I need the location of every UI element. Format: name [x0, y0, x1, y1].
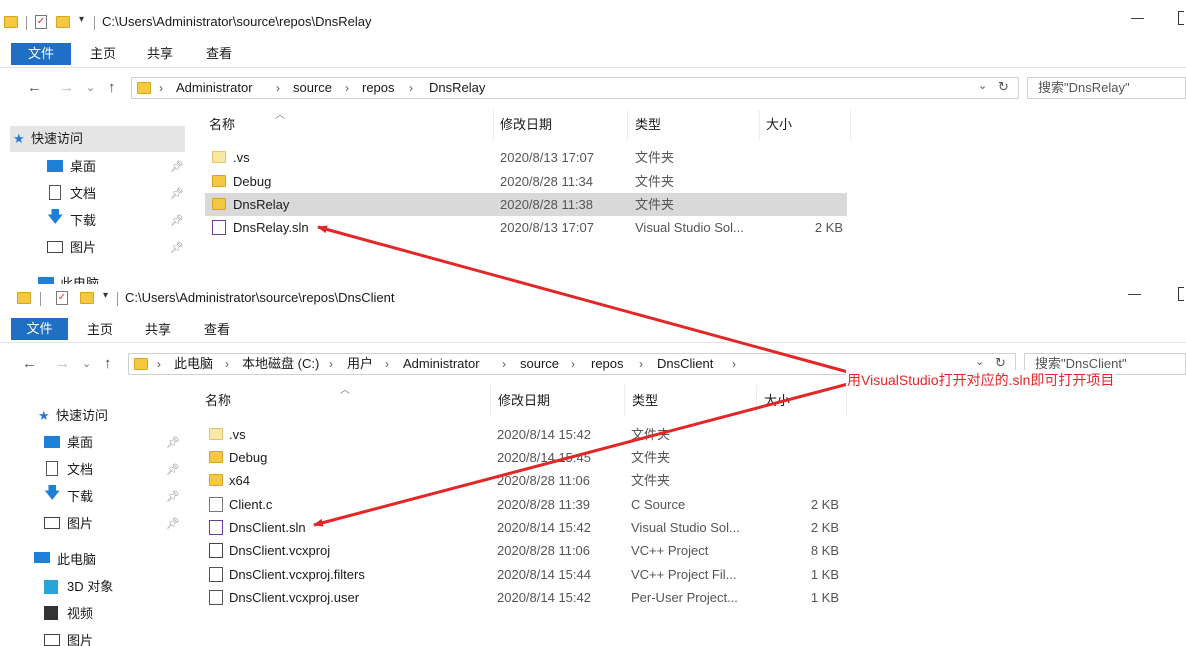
- annotation-arrow-top: [317, 225, 849, 374]
- annotation-arrows: [313, 225, 849, 527]
- annotation-label: 用VisualStudio打开对应的.sln即可打开项目: [846, 370, 1116, 390]
- annotation-arrow-bottom: [313, 382, 849, 527]
